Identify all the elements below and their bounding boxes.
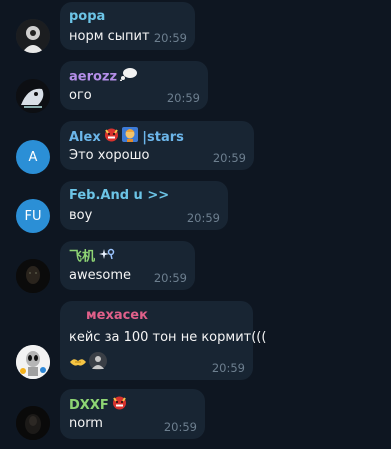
message-bubble[interactable]: Feb.And u >> воу 20:59 [60,181,228,230]
sender-name[interactable]: popa [69,8,185,26]
message-bubble[interactable]: мехасек кейс за 100 тон не кормит((( 20:… [60,301,267,380]
message-time: 20:59 [163,420,197,434]
message-time: 20:59 [211,361,245,375]
message-time: 20:59 [153,31,187,45]
avatar[interactable]: A [16,140,50,174]
thought-balloon-icon [120,67,138,87]
avatar[interactable] [16,345,50,379]
ogre-mask-icon [104,127,119,148]
ogre-mask-icon [112,395,127,416]
avatar-initials: A [28,149,38,165]
teacher-icon [121,127,138,148]
avatar[interactable]: FU [16,199,50,233]
sender-name[interactable]: DXXF [69,395,195,413]
sparkle-icon [98,247,116,267]
sender-name[interactable]: Feb.And u >> [69,187,218,205]
avatar-initials: FU [24,208,42,224]
message-time: 20:59 [212,151,246,165]
sender-name[interactable]: мехасек [69,307,243,325]
reactions-bar[interactable] [69,352,107,374]
message-bubble[interactable]: aerozz ого 20:59 [60,61,208,110]
message-bubble[interactable]: Alex |stars Это хорошо 20:59 [60,121,254,170]
user-reaction-avatar[interactable] [89,352,107,374]
message-time: 20:59 [153,271,187,285]
sender-name[interactable]: aerozz [69,67,198,85]
message-text: кейс за 100 тон не кормит((( [69,330,267,345]
handshake-icon[interactable] [69,354,87,373]
message-bubble[interactable]: 飞机 awesome 20:59 [60,241,195,290]
name-suffix: |stars [142,130,184,145]
message-time: 20:59 [186,211,220,225]
message-bubble[interactable]: popa норм сыпит 20:59 [60,2,195,50]
message-bubble[interactable]: DXXF norm 20:59 [60,389,205,439]
avatar[interactable] [16,79,50,113]
avatar[interactable] [16,406,50,440]
sender-name[interactable]: 飞机 [69,247,185,265]
sender-name[interactable]: Alex |stars [69,127,244,145]
message-time: 20:59 [166,91,200,105]
avatar[interactable] [16,259,50,293]
avatar[interactable] [16,19,50,53]
